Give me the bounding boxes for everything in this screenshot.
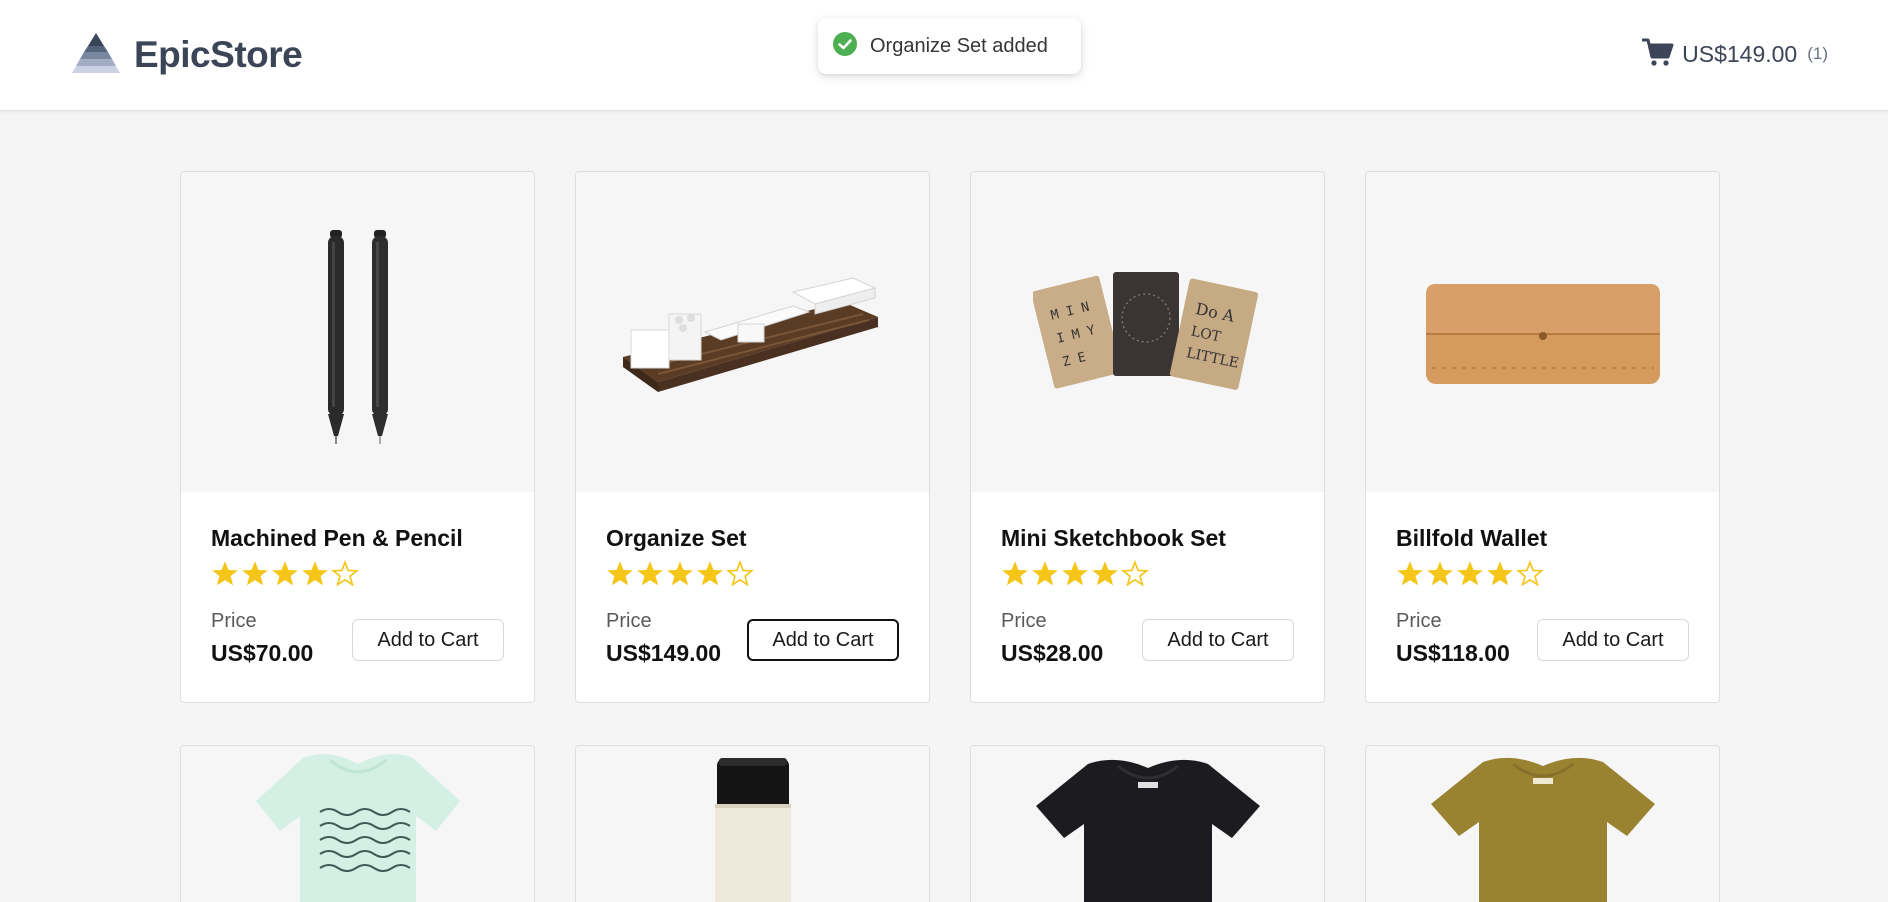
pyramid-logo-icon bbox=[70, 31, 122, 80]
rating-stars bbox=[1396, 559, 1689, 592]
toast-notification: Organize Set added bbox=[818, 18, 1081, 74]
star-filled-icon bbox=[1486, 560, 1514, 592]
product-title[interactable]: Organize Set bbox=[606, 525, 899, 552]
star-outline-icon bbox=[1516, 559, 1544, 592]
product-card[interactable] bbox=[970, 745, 1325, 902]
product-image-billfold-wallet[interactable] bbox=[1366, 172, 1719, 492]
star-filled-icon bbox=[606, 560, 634, 592]
product-image-sketchbook-set[interactable]: M I N I M Y Z E Do A LOT LITTLE bbox=[971, 172, 1324, 492]
product-title[interactable]: Billfold Wallet bbox=[1396, 525, 1689, 552]
product-image-organize-set[interactable] bbox=[576, 172, 929, 492]
toast-message: Organize Set added bbox=[870, 34, 1048, 57]
star-outline-icon bbox=[331, 559, 359, 592]
star-filled-icon bbox=[1001, 560, 1029, 592]
product-title[interactable]: Machined Pen & Pencil bbox=[211, 525, 504, 552]
rating-stars bbox=[1001, 559, 1294, 592]
product-image-olive-tshirt[interactable] bbox=[1366, 746, 1719, 902]
star-filled-icon bbox=[1456, 560, 1484, 592]
cart-count: (1) bbox=[1807, 44, 1828, 63]
add-to-cart-button[interactable]: Add to Cart bbox=[1537, 619, 1689, 661]
rating-stars bbox=[606, 559, 899, 592]
product-card[interactable] bbox=[575, 745, 930, 902]
product-image-thermos[interactable] bbox=[576, 746, 929, 902]
product-card[interactable] bbox=[1365, 745, 1720, 902]
star-filled-icon bbox=[211, 560, 239, 592]
add-to-cart-button[interactable]: Add to Cart bbox=[352, 619, 504, 661]
star-filled-icon bbox=[1091, 560, 1119, 592]
star-filled-icon bbox=[301, 560, 329, 592]
brand-name: EpicStore bbox=[134, 34, 303, 75]
star-filled-icon bbox=[636, 560, 664, 592]
product-title[interactable]: Mini Sketchbook Set bbox=[1001, 525, 1294, 552]
product-card[interactable]: M I N I M Y Z E Do A LOT LITTLE Mini Ske… bbox=[970, 171, 1325, 703]
star-filled-icon bbox=[666, 560, 694, 592]
price-value: US$70.00 bbox=[211, 640, 314, 666]
product-card[interactable]: Machined Pen & Pencil Price US$70.00 Add… bbox=[180, 171, 535, 703]
product-card[interactable]: Billfold Wallet Price US$118.00 Add to C… bbox=[1365, 171, 1720, 703]
brand-logo[interactable]: EpicStore bbox=[70, 30, 303, 80]
star-filled-icon bbox=[1396, 560, 1424, 592]
product-image-pen-pencil[interactable] bbox=[181, 172, 534, 492]
product-card[interactable] bbox=[180, 745, 535, 902]
shopping-cart-icon bbox=[1641, 37, 1674, 72]
price-value: US$28.00 bbox=[1001, 640, 1104, 666]
cart-total: US$149.00 bbox=[1682, 40, 1798, 67]
star-filled-icon bbox=[1061, 560, 1089, 592]
price-label: Price bbox=[606, 610, 652, 632]
star-filled-icon bbox=[1426, 560, 1454, 592]
price-value: US$118.00 bbox=[1396, 640, 1510, 666]
rating-stars bbox=[211, 559, 504, 592]
add-to-cart-button[interactable]: Add to Cart bbox=[1142, 619, 1294, 661]
product-card[interactable]: Organize Set Price US$149.00 Add to Cart bbox=[575, 171, 930, 703]
product-image-black-tshirt[interactable] bbox=[971, 746, 1324, 902]
star-filled-icon bbox=[271, 560, 299, 592]
star-filled-icon bbox=[241, 560, 269, 592]
product-image-mint-tshirt[interactable] bbox=[181, 746, 534, 902]
price-value: US$149.00 bbox=[606, 640, 722, 666]
cart-summary[interactable]: US$149.00 (1) bbox=[1641, 36, 1828, 72]
star-outline-icon bbox=[1121, 559, 1149, 592]
check-circle-icon bbox=[832, 31, 858, 62]
star-filled-icon bbox=[1031, 560, 1059, 592]
price-label: Price bbox=[1001, 610, 1047, 632]
star-outline-icon bbox=[726, 559, 754, 592]
star-filled-icon bbox=[696, 560, 724, 592]
price-label: Price bbox=[211, 610, 257, 632]
add-to-cart-button[interactable]: Add to Cart bbox=[747, 619, 899, 661]
price-label: Price bbox=[1396, 610, 1442, 632]
